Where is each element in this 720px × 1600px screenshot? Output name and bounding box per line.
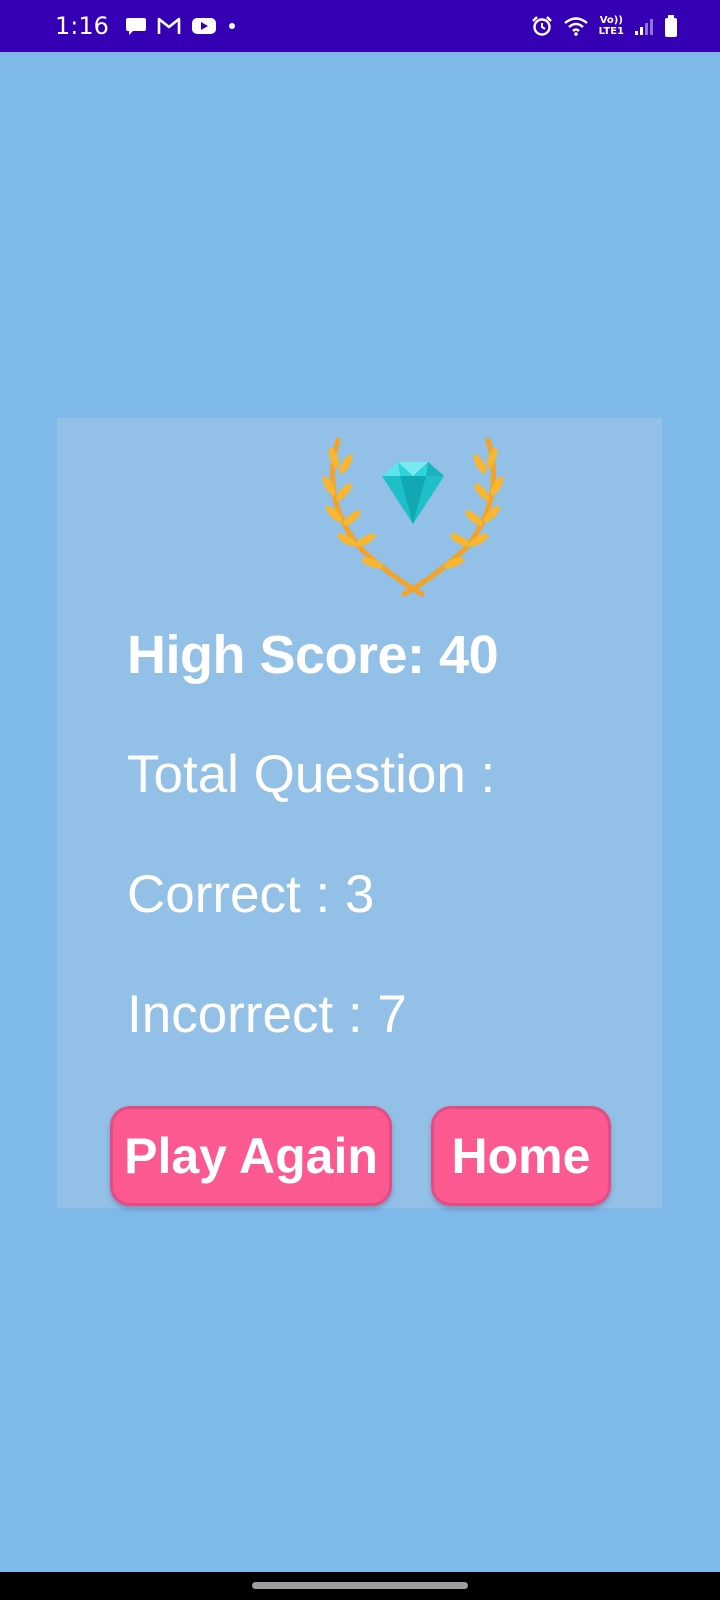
gmail-icon [157,16,181,36]
incorrect-count-label: Incorrect : 7 [127,985,407,1044]
lte-label: LTE1 [598,26,624,37]
correct-count-label: Correct : 3 [127,865,375,924]
message-icon [125,15,147,37]
status-bar: 1:16 Vo)) LTE1 [0,0,720,52]
youtube-icon [191,16,217,36]
result-card: High Score: 40 Total Question : Correct … [57,418,662,1208]
system-navigation-bar [0,1572,720,1600]
status-left: 1:16 [55,0,237,52]
volte-label: Vo)) [599,15,623,26]
diamond-laurel-icon [320,428,506,598]
battery-icon [664,14,678,38]
high-score-label: High Score: 40 [127,625,499,685]
signal-icon [634,16,654,36]
notification-dot-icon [227,21,237,31]
status-time: 1:16 [55,12,109,40]
alarm-icon [531,15,553,37]
play-again-button[interactable]: Play Again [110,1106,392,1206]
wifi-icon [563,15,589,37]
total-question-label: Total Question : [127,745,496,804]
network-type-label: Vo)) LTE1 [599,15,624,37]
gesture-handle[interactable] [252,1582,468,1589]
status-right: Vo)) LTE1 [531,0,678,52]
home-button[interactable]: Home [431,1106,611,1206]
